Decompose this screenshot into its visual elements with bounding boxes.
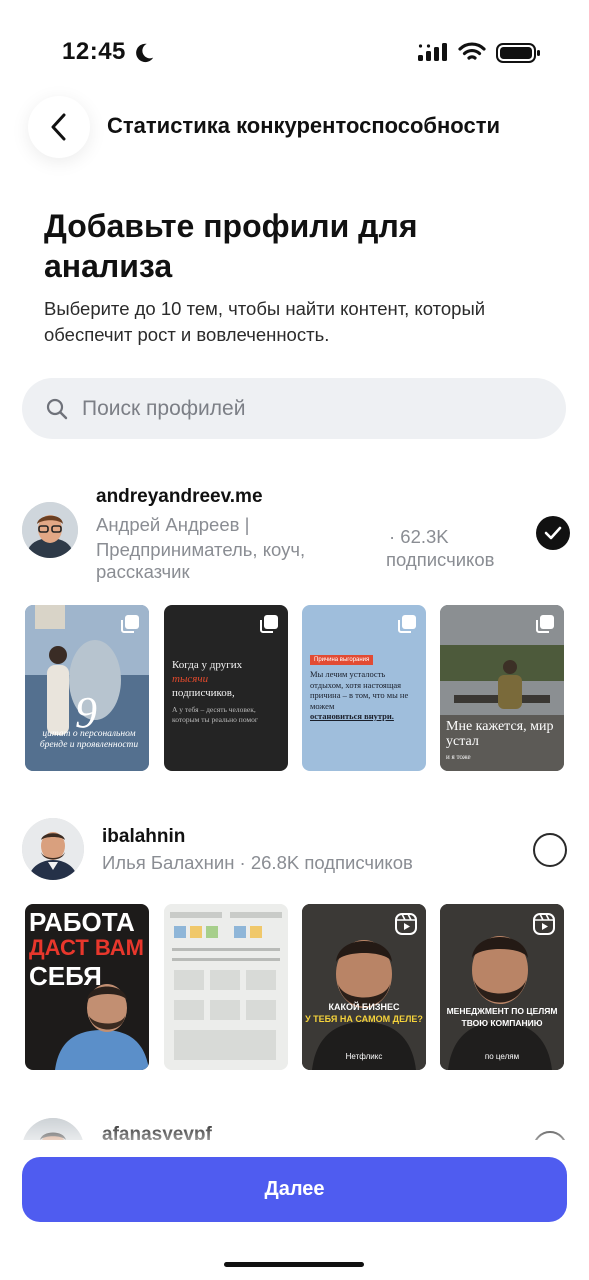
post-thumbnail[interactable]: 9 цитат о персональном бренде и проявлен… [25,605,149,771]
avatar [22,502,78,558]
chevron-left-icon [51,113,66,141]
post-text: и я тоже [446,753,471,761]
post-text: Мы лечим усталость отдыхом, хотя настоящ… [310,669,409,711]
post-thumbnail[interactable]: Мне кажется, мир устал и я тоже [440,605,564,771]
moon-icon [136,43,154,63]
next-button[interactable]: Далее [22,1157,567,1222]
page-subtitle: Выберите до 10 тем, чтобы найти контент,… [44,298,486,345]
battery-icon [496,43,540,63]
status-bar: 12:45 [0,0,589,100]
back-button[interactable] [28,96,90,158]
post-tag: Причина выгорания [310,655,374,665]
profile-name: рассказчик [96,561,190,582]
status-time: 12:45 [62,38,126,65]
post-thumbnail[interactable] [164,904,288,1070]
search-icon [46,398,68,419]
post-text: ТВОЮ КОМПАНИЮ [461,1018,543,1028]
wifi-icon [458,42,486,60]
post-thumbnail[interactable]: КАКОЙ БИЗНЕС У ТЕБЯ НА САМОМ ДЕЛЕ? Нетфл… [302,904,426,1070]
post-text: остановиться внутри. [310,711,394,721]
username: andreyandreev.me [96,486,263,507]
post-text: КАКОЙ БИЗНЕС [328,1002,400,1012]
post-image [164,904,288,1070]
follower-label: подписчиков [386,549,495,570]
post-thumbnail[interactable]: Причина выгорания Мы лечим усталость отд… [302,605,426,771]
reels-icon [395,913,417,935]
post-thumbnail[interactable]: МЕНЕДЖМЕНТ ПО ЦЕЛЯМ ТВОЮ КОМПАНИЮ по цел… [440,904,564,1070]
username: ibalahnin [102,826,186,847]
carousel-icon [121,615,139,633]
post-image [55,984,149,1070]
search-input[interactable] [80,395,524,422]
post-text: тысячи [172,673,209,685]
profile-name: Андрей Андреев | [96,514,250,535]
post-text: А у тебя – десять человек, которым ты ре… [172,705,259,724]
cellular-signal-icon [418,43,447,61]
carousel-icon [398,615,416,633]
post-text: У ТЕБЯ НА САМОМ ДЕЛЕ? [305,1014,423,1024]
search-bar[interactable] [22,378,566,439]
home-indicator [224,1262,364,1267]
post-thumbnail[interactable]: РАБОТА ДАСТ ВАМ СЕБЯ [25,904,149,1070]
profile-meta: Илья Балахнин · 26.8K подписчиков [102,852,413,873]
carousel-icon [260,615,278,633]
post-text: цитат о персональном бренде и проявленно… [39,729,139,750]
carousel-icon [536,615,554,633]
post-text: МЕНЕДЖМЕНТ ПО ЦЕЛЯМ [446,1006,558,1016]
follower-count: · 62.3K [389,526,449,547]
post-text: Когда у других [172,659,243,671]
avatar [22,818,84,880]
post-text: по целям [484,1052,520,1061]
post-text: Мне кажется, мир устал [446,719,554,749]
checkmark-icon [544,526,562,540]
post-thumbnail[interactable]: Когда у других тысячи подписчиков, А у т… [164,605,288,771]
page-title: Добавьте профили для анализа [44,208,418,284]
reels-icon [533,913,555,935]
header-title: Статистика конкурентоспособности [107,113,500,138]
select-checkbox-checked[interactable] [536,516,570,550]
select-checkbox[interactable] [533,833,567,867]
post-text: подписчиков, [172,687,235,699]
post-text: Нетфликс [345,1052,383,1061]
